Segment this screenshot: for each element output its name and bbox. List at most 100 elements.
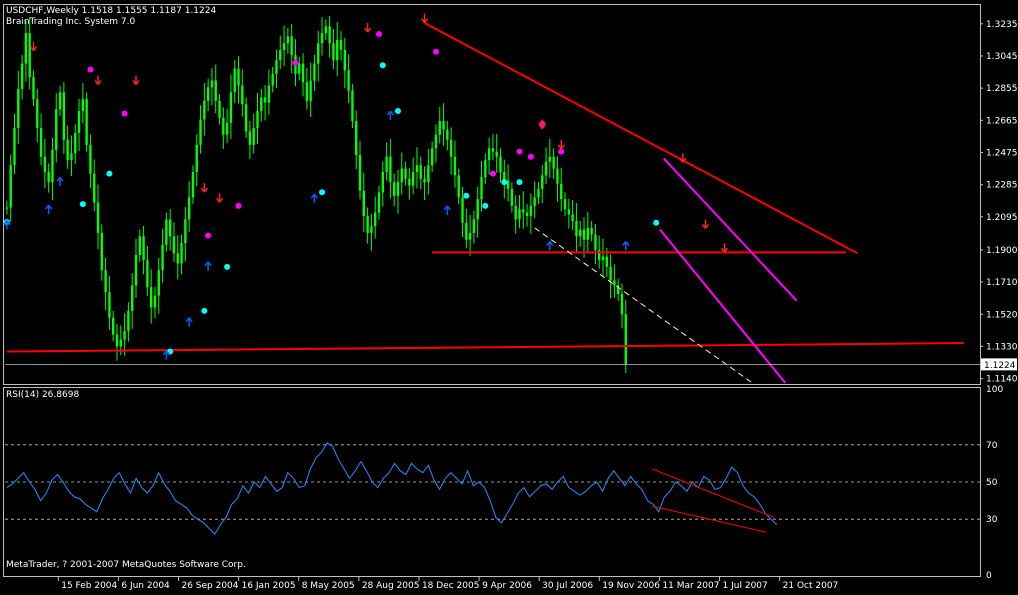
price-bar-body (339, 39, 343, 51)
time-tick-label: 8 May 2005 (302, 581, 355, 591)
price-bar-body (328, 26, 331, 44)
chart-background (0, 0, 1018, 592)
chart-header-symbol: USDCHF,Weekly 1.1518 1.1555 1.1187 1.122… (6, 6, 217, 16)
price-bar-body (510, 188, 514, 206)
price-bar-body (560, 183, 563, 200)
price-bar-body (499, 156, 502, 172)
price-bar-body (491, 148, 495, 152)
price-bar-body (184, 219, 187, 244)
signal-dot-magenta (432, 48, 439, 55)
price-bar-body (537, 188, 540, 198)
price-bar-body (20, 63, 24, 89)
price-bar-body (199, 119, 202, 145)
price-bar-body (248, 131, 252, 145)
price-bar-body (191, 171, 195, 198)
signal-dot-cyan (501, 179, 508, 186)
price-tick-label: 1.1520 (986, 310, 1018, 320)
signal-dot-magenta (235, 202, 242, 209)
price-bar-body (271, 73, 274, 86)
price-bar-body (313, 63, 316, 81)
price-bar-body (609, 266, 612, 281)
price-bar-body (85, 99, 88, 145)
price-bar-body (484, 160, 487, 178)
price-tick-label: 1.2285 (986, 181, 1018, 191)
price-bar-body (571, 214, 574, 222)
price-tick-label: 1.1710 (986, 278, 1018, 288)
price-bar-body (252, 127, 255, 145)
price-bar-body (119, 339, 123, 347)
price-bar-body (389, 156, 392, 183)
price-bar-body (324, 26, 328, 34)
price-bar-body (336, 39, 339, 61)
price-bar-body (123, 331, 126, 340)
price-tick-label: 1.2095 (986, 213, 1018, 223)
price-bar-body (366, 216, 369, 233)
price-bar-body (461, 197, 464, 223)
price-bar-body (157, 270, 160, 296)
price-bar-body (36, 99, 39, 128)
chart-header-system: BrainTrading Inc. System 7.0 (6, 17, 136, 27)
price-bar-body (355, 121, 358, 156)
price-bar-body (552, 156, 555, 169)
signal-dot-cyan (201, 307, 208, 314)
price-bar-body (176, 253, 179, 264)
price-bar-body (598, 249, 601, 261)
chart-svg[interactable]: 1.1224 1.3235 1.3045 1.2855 1.2665 1.2475 1.22… (0, 0, 1018, 592)
price-bar-body (518, 209, 521, 220)
time-tick-label: 21 Oct 2007 (783, 581, 839, 591)
time-tick-label: 15 Feb 2004 (61, 581, 117, 591)
price-bar-body (465, 222, 468, 240)
price-bar-body (260, 97, 263, 112)
price-bar-body (487, 148, 491, 161)
price-bar-body (43, 156, 47, 172)
price-bar-body (449, 139, 453, 157)
price-bar-body (9, 165, 12, 208)
price-bar-body (370, 226, 373, 233)
price-bar-body (548, 156, 552, 162)
price-bar-body (168, 219, 172, 237)
price-bar-body (415, 165, 419, 172)
price-bar-body (279, 50, 282, 61)
signal-dot-magenta (205, 232, 212, 239)
current-price-label: 1.1224 (984, 361, 1016, 371)
signal-dot-cyan (224, 263, 231, 270)
price-bar-body (301, 63, 305, 83)
signal-dot-cyan (106, 170, 113, 177)
rsi-tick-label: 30 (986, 515, 998, 525)
price-bar-body (567, 209, 571, 215)
price-bar-body (423, 178, 426, 183)
price-bar-body (267, 85, 271, 103)
rsi-tick-label: 50 (986, 478, 998, 488)
price-bar-body (575, 221, 578, 237)
time-tick-label: 11 Mar 2007 (662, 581, 719, 591)
price-bar-body (438, 121, 441, 135)
price-bar-body (613, 280, 616, 286)
price-bar-body (476, 199, 479, 220)
price-tick-label: 1.3045 (986, 52, 1018, 62)
signal-dot-cyan (653, 219, 660, 226)
price-bar-body (480, 177, 483, 200)
price-bar-body (305, 82, 309, 101)
price-bar-body (343, 50, 347, 71)
rsi-title: RSI(14) 26.8698 (6, 390, 80, 400)
price-bar-body (241, 85, 244, 105)
price-bar-body (430, 148, 434, 166)
price-bar-body (233, 68, 236, 93)
signal-dot-magenta (375, 30, 382, 37)
price-bar-body (594, 234, 597, 250)
price-bar-body (419, 165, 422, 179)
price-bar-body (544, 161, 548, 176)
signal-dot-magenta (489, 170, 496, 177)
price-bar-body (385, 156, 388, 172)
price-bar-body (81, 99, 85, 112)
price-bar-body (601, 256, 605, 261)
price-bar-body (586, 227, 590, 240)
chart-window: 1.1224 1.3235 1.3045 1.2855 1.2665 1.2475 1.22… (0, 0, 1018, 592)
price-bar-body (187, 197, 191, 220)
price-bar-body (39, 127, 43, 157)
signal-dot-magenta (292, 59, 299, 66)
price-bar-body (582, 229, 586, 240)
signal-dot-magenta (558, 148, 565, 155)
time-tick-label: 30 Jul 2006 (542, 581, 593, 591)
price-bar-body (51, 149, 54, 183)
